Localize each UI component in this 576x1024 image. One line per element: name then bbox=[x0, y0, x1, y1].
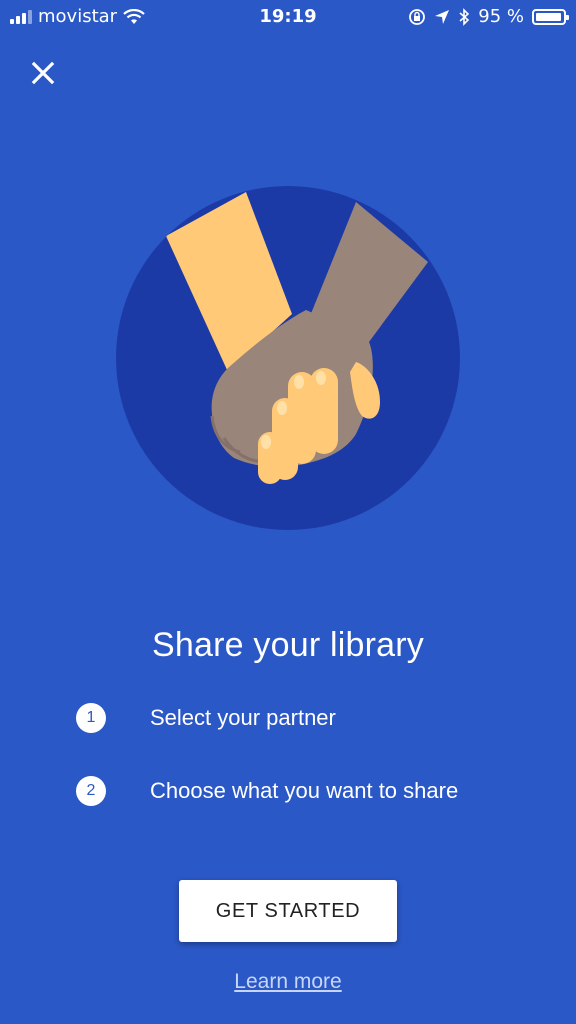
close-button[interactable] bbox=[26, 56, 60, 90]
battery-fill bbox=[536, 12, 561, 21]
bluetooth-icon bbox=[459, 7, 470, 26]
get-started-button[interactable]: GET STARTED bbox=[179, 880, 397, 942]
step-text: Choose what you want to share bbox=[150, 778, 459, 803]
holding-hands-illustration bbox=[116, 186, 460, 530]
step-text: Select your partner bbox=[150, 705, 336, 730]
step-number-badge: 2 bbox=[76, 776, 106, 806]
orientation-lock-icon bbox=[409, 8, 426, 25]
close-icon bbox=[31, 61, 55, 85]
status-right: 95 % bbox=[408, 6, 569, 27]
page-title: Share your library bbox=[152, 626, 424, 664]
location-icon bbox=[435, 9, 450, 24]
step-number-badge: 1 bbox=[76, 703, 106, 733]
status-bar: movistar 19:19 95 % bbox=[0, 0, 576, 34]
battery-percent: 95 % bbox=[478, 6, 524, 27]
step-item-2: 2 Choose what you want to share bbox=[76, 776, 458, 806]
learn-more-link[interactable]: Learn more bbox=[0, 970, 576, 994]
battery-icon bbox=[532, 8, 569, 25]
step-item-1: 1 Select your partner bbox=[76, 703, 336, 733]
